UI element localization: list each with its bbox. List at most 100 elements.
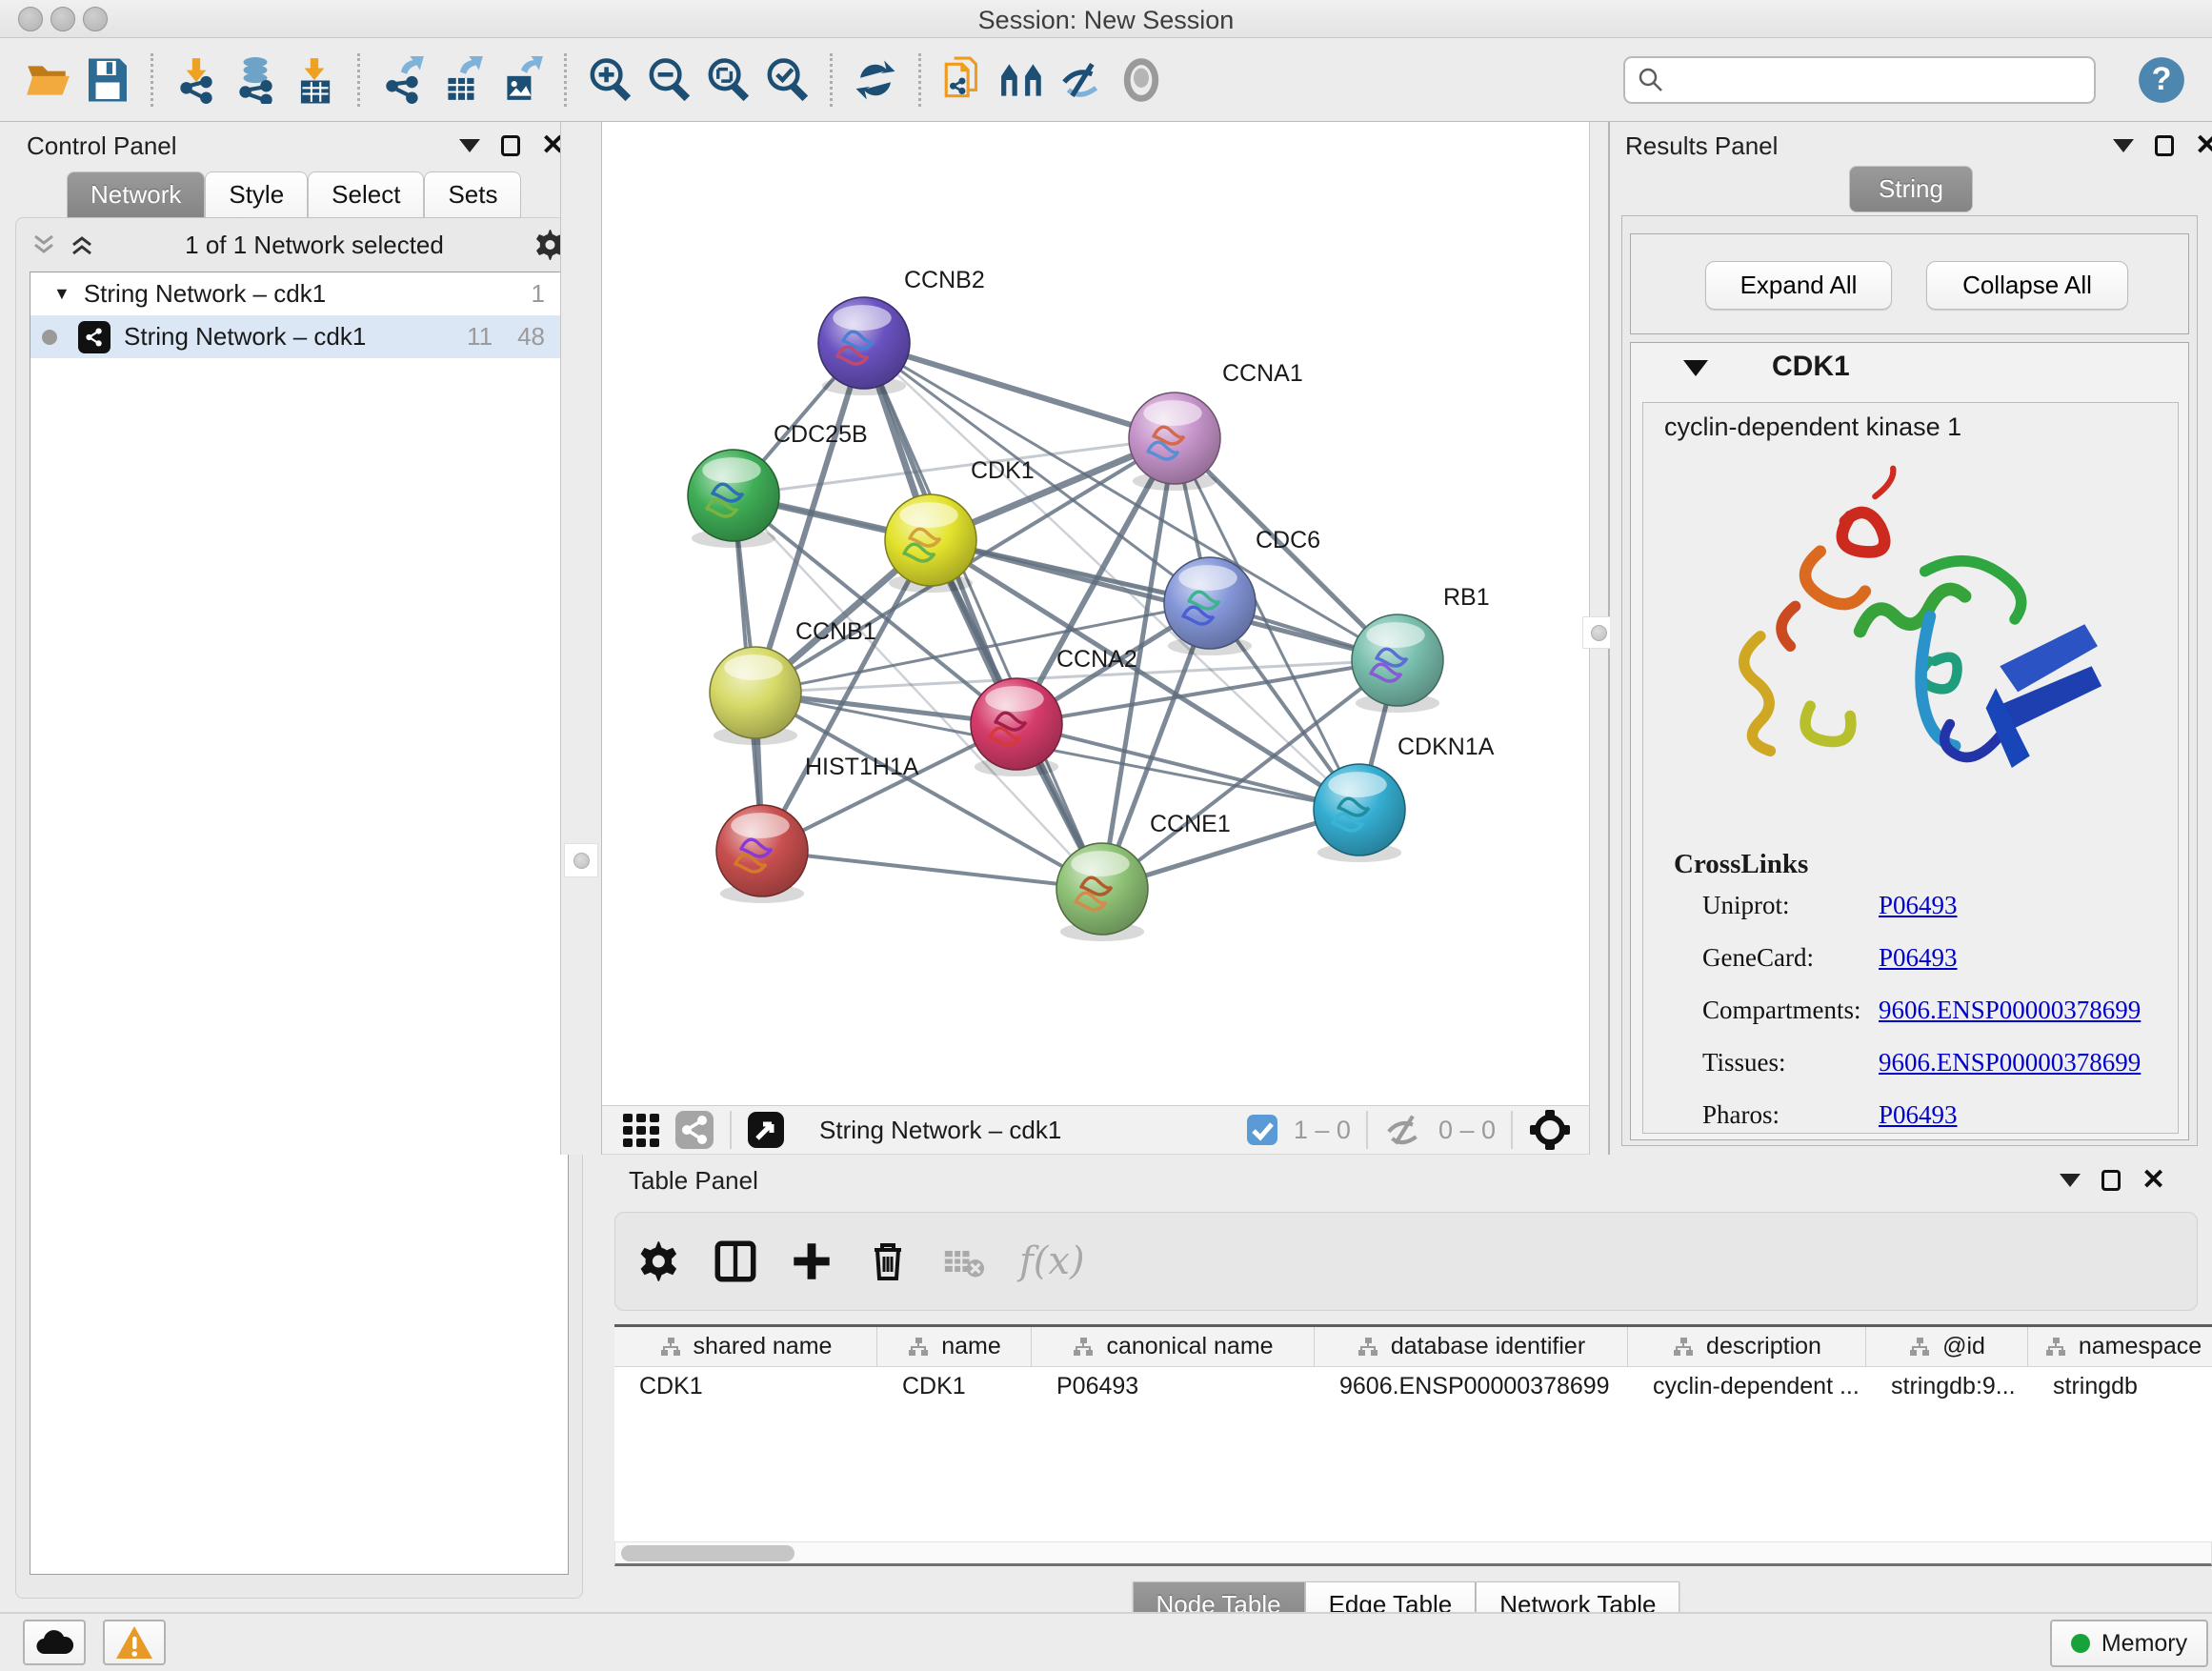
memory-button[interactable]: Memory xyxy=(2050,1620,2208,1667)
table-panel: Table Panel ✕ f(x) shared namenamecanoni… xyxy=(600,1155,2212,1612)
warning-button[interactable] xyxy=(103,1620,166,1665)
export-image-button[interactable] xyxy=(492,50,551,111)
search-box[interactable] xyxy=(1623,56,2096,104)
grid-view-icon[interactable] xyxy=(621,1110,661,1150)
table-cell[interactable]: 9606.ENSP00000378699 xyxy=(1315,1367,1628,1407)
share-view-icon[interactable] xyxy=(674,1110,714,1150)
tab-network[interactable]: Network xyxy=(67,171,205,218)
panel-menu-icon[interactable] xyxy=(2113,139,2134,152)
panel-float-icon[interactable] xyxy=(501,135,520,156)
panel-float-icon[interactable] xyxy=(2155,135,2174,156)
expand-all-icon[interactable] xyxy=(70,232,94,257)
zoom-out-button[interactable] xyxy=(639,50,698,111)
panel-close-icon[interactable]: ✕ xyxy=(2142,1170,2165,1191)
network-collection-row[interactable]: ▼ String Network – cdk1 1 xyxy=(30,272,568,315)
table-cell[interactable]: P06493 xyxy=(1032,1367,1315,1407)
panel-menu-icon[interactable] xyxy=(2060,1174,2081,1187)
crosslink-value[interactable]: 9606.ENSP00000378699 xyxy=(1879,996,2141,1048)
zoom-selected-button[interactable] xyxy=(757,50,816,111)
zoom-out-icon xyxy=(645,56,693,104)
network-node-HIST1H1A[interactable]: HIST1H1A xyxy=(716,754,919,903)
zoom-fit-button[interactable] xyxy=(698,50,757,111)
canvas-bar-separator xyxy=(1366,1111,1368,1149)
column-header-2[interactable]: canonical name xyxy=(1032,1327,1315,1366)
panel-close-icon[interactable]: ✕ xyxy=(2195,135,2212,156)
show-columns-icon[interactable] xyxy=(714,1240,756,1282)
cloud-button[interactable] xyxy=(23,1620,86,1665)
network-canvas[interactable]: CCNB2CCNA1CDC25BCDK1CDC6RB1CCNB1CCNA2CDK… xyxy=(602,122,1589,1105)
function-builder-label[interactable]: f(x) xyxy=(1019,1239,1085,1283)
tab-select[interactable]: Select xyxy=(308,171,424,218)
table-horizontal-scrollbar[interactable] xyxy=(614,1541,2212,1566)
column-header-6[interactable]: namespace xyxy=(2028,1327,2212,1366)
table-cell[interactable]: stringdb xyxy=(2028,1367,2212,1407)
table-settings-gear-icon[interactable] xyxy=(638,1240,680,1282)
refresh-button[interactable] xyxy=(846,50,905,111)
network-row[interactable]: String Network – cdk1 11 48 xyxy=(30,315,568,358)
save-session-button[interactable] xyxy=(78,50,137,111)
network-node-CCNA2[interactable]: CCNA2 xyxy=(971,646,1137,776)
tab-sets[interactable]: Sets xyxy=(424,171,521,218)
collapse-all-icon[interactable] xyxy=(31,232,56,257)
column-header-3[interactable]: database identifier xyxy=(1315,1327,1628,1366)
table-cell[interactable]: cyclin-dependent ... xyxy=(1628,1367,1866,1407)
collapse-all-button[interactable]: Collapse All xyxy=(1926,261,2128,310)
column-header-1[interactable]: name xyxy=(877,1327,1032,1366)
table-cell[interactable]: CDK1 xyxy=(877,1367,1032,1407)
protein-structure-image xyxy=(1700,451,2120,832)
node-label: CDK1 xyxy=(971,457,1035,484)
tab-style[interactable]: Style xyxy=(205,171,308,218)
double-peak-icon xyxy=(999,56,1047,104)
table-cell[interactable]: CDK1 xyxy=(614,1367,877,1407)
panel-float-icon[interactable] xyxy=(2101,1170,2121,1191)
network-edge[interactable] xyxy=(864,343,1175,438)
open-session-button[interactable] xyxy=(19,50,78,111)
table-cell[interactable]: stringdb:9... xyxy=(1866,1367,2028,1407)
section-collapse-icon[interactable] xyxy=(1683,360,1708,376)
network-node-CCNB2[interactable]: CCNB2 xyxy=(818,267,985,395)
scrollbar-thumb[interactable] xyxy=(621,1545,794,1561)
export-network-button[interactable] xyxy=(373,50,432,111)
column-header-5[interactable]: @id xyxy=(1866,1327,2028,1366)
open-external-icon[interactable] xyxy=(747,1111,785,1149)
selected-checkbox-icon[interactable] xyxy=(1246,1114,1278,1146)
network-edge[interactable] xyxy=(864,343,1102,889)
birdseye-icon[interactable] xyxy=(1528,1108,1572,1152)
left-splitter[interactable] xyxy=(560,122,602,1155)
search-input[interactable] xyxy=(1665,61,2082,99)
column-header-4[interactable]: description xyxy=(1628,1327,1866,1366)
left-splitter-handle[interactable] xyxy=(564,843,598,877)
tree-expander-icon[interactable]: ▼ xyxy=(53,284,70,304)
crosslink-value[interactable]: P06493 xyxy=(1879,943,1958,996)
tab-string[interactable]: String xyxy=(1849,166,1973,212)
refresh-icon xyxy=(852,56,899,104)
zoom-in-button[interactable] xyxy=(580,50,639,111)
network-node-RB1[interactable]: RB1 xyxy=(1352,584,1490,713)
results-panel: Results Panel ✕ String Expand All Collap… xyxy=(1610,122,2212,1155)
network-node-CCNE1[interactable]: CCNE1 xyxy=(1056,811,1231,941)
help-button[interactable]: ? xyxy=(2136,54,2187,106)
delete-column-icon[interactable] xyxy=(867,1240,909,1282)
network-node-CCNA1[interactable]: CCNA1 xyxy=(1129,360,1303,491)
panel-menu-icon[interactable] xyxy=(459,139,480,152)
export-table-button[interactable] xyxy=(432,50,492,111)
documents-network-button[interactable] xyxy=(935,50,994,111)
import-network-file-button[interactable] xyxy=(167,50,226,111)
crosslink-value[interactable]: P06493 xyxy=(1879,891,1958,943)
crosslink-value[interactable]: P06493 xyxy=(1879,1100,1958,1153)
table-row[interactable]: CDK1CDK1P064939606.ENSP00000378699cyclin… xyxy=(614,1367,2212,1407)
crosslink-value[interactable]: 9606.ENSP00000378699 xyxy=(1879,1048,2141,1100)
add-column-icon[interactable] xyxy=(791,1240,833,1282)
network-node-CDKN1A[interactable]: CDKN1A xyxy=(1314,734,1495,862)
eye-button[interactable] xyxy=(1112,50,1171,111)
hidden-eye-icon[interactable] xyxy=(1383,1113,1425,1147)
double-peak-button[interactable] xyxy=(994,50,1053,111)
import-network-database-button[interactable] xyxy=(226,50,285,111)
eye-slash-button[interactable] xyxy=(1053,50,1112,111)
delete-table-icon[interactable] xyxy=(943,1240,985,1282)
network-edge[interactable] xyxy=(762,851,1102,889)
import-table-button[interactable] xyxy=(285,50,344,111)
right-splitter[interactable] xyxy=(1589,122,1610,1155)
column-header-0[interactable]: shared name xyxy=(614,1327,877,1366)
expand-all-button[interactable]: Expand All xyxy=(1705,261,1892,310)
